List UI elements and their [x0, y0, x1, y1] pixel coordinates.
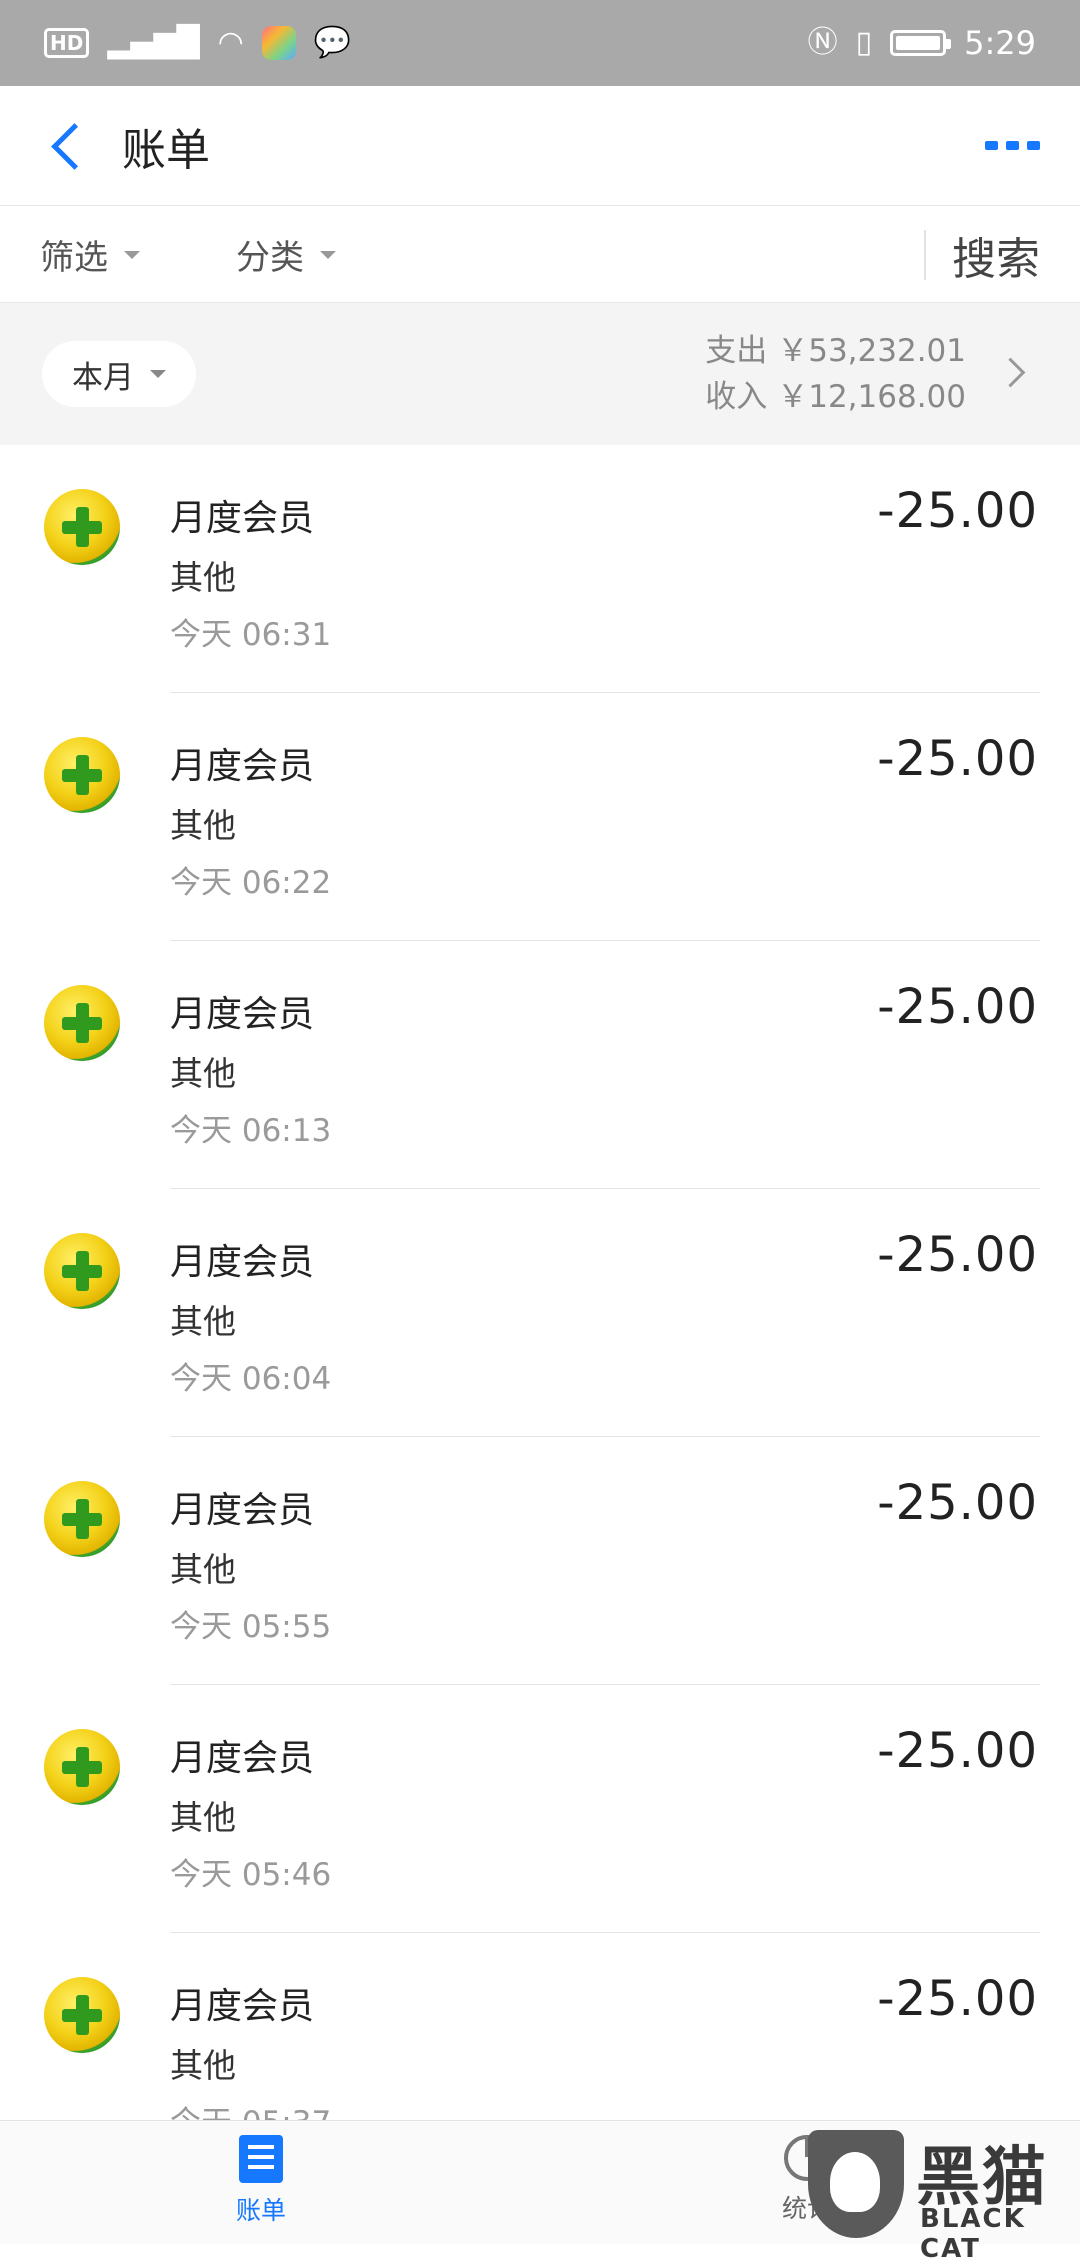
vibrate-icon: ▯ — [855, 25, 873, 60]
item-title: 月度会员 — [170, 1490, 315, 1531]
more-dots-icon[interactable] — [985, 141, 1040, 150]
status-bar: HD ▂▄▆█ ◠ 💬 Ⓝ ▯ 5:29 — [0, 0, 1080, 86]
item-title: 月度会员 — [170, 746, 315, 787]
watermark: 黑猫 BLACK CAT — [808, 2126, 1080, 2264]
month-selector[interactable]: 本月 — [42, 341, 196, 407]
tab-bill-label: 账单 — [236, 2196, 287, 2225]
caret-down-icon — [124, 250, 140, 259]
item-title: 月度会员 — [170, 1738, 315, 1779]
item-time: 今天 06:13 — [170, 1113, 332, 1149]
360-plus-icon — [44, 985, 120, 1061]
list-item[interactable]: 月度会员 其他 今天 06:31 -25.00 — [0, 445, 1080, 693]
item-category: 其他 — [170, 1054, 236, 1093]
360-plus-icon — [44, 1233, 120, 1309]
360-plus-icon — [44, 1977, 120, 2053]
black-cat-logo-icon — [808, 2130, 904, 2238]
income-label: 收入 — [705, 379, 768, 415]
item-amount: -25.00 — [877, 1475, 1038, 1531]
filter-dropdown[interactable]: 筛选 — [40, 230, 140, 279]
hd-icon: HD — [44, 28, 90, 58]
clock: 5:29 — [964, 24, 1036, 62]
month-summary[interactable]: 本月 支出 ￥53,232.01 收入 ￥12,168.00 — [0, 303, 1080, 445]
transaction-list: 月度会员 其他 今天 06:31 -25.00 月度会员 其他 今天 06:22… — [0, 445, 1080, 2181]
expense-label: 支出 — [705, 333, 768, 369]
income-line: 收入 ￥12,168.00 — [705, 374, 966, 420]
filter-bar: 筛选 分类 搜索 — [0, 207, 1080, 303]
status-right: Ⓝ ▯ 5:29 — [808, 24, 1036, 62]
item-category: 其他 — [170, 2046, 236, 2085]
item-category: 其他 — [170, 1302, 236, 1341]
totals: 支出 ￥53,232.01 收入 ￥12,168.00 — [705, 328, 966, 420]
status-left: HD ▂▄▆█ ◠ 💬 — [44, 26, 351, 60]
battery-icon — [890, 30, 952, 56]
360-plus-icon — [44, 489, 120, 565]
item-title: 月度会员 — [170, 1986, 315, 2027]
search-container: 搜索 — [924, 229, 1040, 285]
item-amount: -25.00 — [877, 731, 1038, 787]
item-category: 其他 — [170, 806, 236, 845]
expense-value: ￥53,232.01 — [777, 333, 966, 369]
item-title: 月度会员 — [170, 1242, 315, 1283]
item-title: 月度会员 — [170, 994, 315, 1035]
expense-line: 支出 ￥53,232.01 — [705, 328, 966, 374]
360-plus-icon — [44, 1729, 120, 1805]
list-item[interactable]: 月度会员 其他 今天 06:22 -25.00 — [0, 693, 1080, 941]
caret-down-icon — [320, 250, 336, 259]
bill-icon — [239, 2135, 283, 2183]
nfc-icon: Ⓝ — [807, 25, 838, 60]
item-amount: -25.00 — [877, 483, 1038, 539]
page-title: 账单 — [122, 124, 210, 176]
360-plus-icon — [44, 737, 120, 813]
list-item[interactable]: 月度会员 其他 今天 05:55 -25.00 — [0, 1437, 1080, 1685]
category-dropdown[interactable]: 分类 — [236, 230, 336, 279]
item-amount: -25.00 — [877, 1971, 1038, 2027]
search-button[interactable]: 搜索 — [952, 223, 1040, 287]
filter-label: 筛选 — [40, 238, 108, 278]
item-amount: -25.00 — [877, 979, 1038, 1035]
item-category: 其他 — [170, 558, 236, 597]
category-label: 分类 — [236, 238, 304, 278]
item-title: 月度会员 — [170, 498, 315, 539]
caret-down-icon — [150, 370, 166, 378]
item-category: 其他 — [170, 1798, 236, 1837]
list-item[interactable]: 月度会员 其他 今天 05:46 -25.00 — [0, 1685, 1080, 1933]
item-category: 其他 — [170, 1550, 236, 1589]
tab-bill[interactable]: 账单 — [236, 2135, 286, 2227]
watermark-en: BLACK CAT — [920, 2204, 1026, 2264]
item-time: 今天 05:46 — [170, 1857, 332, 1893]
360-plus-icon — [44, 1481, 120, 1557]
item-time: 今天 05:55 — [170, 1609, 332, 1645]
item-amount: -25.00 — [877, 1723, 1038, 1779]
item-time: 今天 06:04 — [170, 1361, 332, 1397]
signal-icon: ▂▄▆█ — [107, 25, 200, 60]
item-time: 今天 06:31 — [170, 617, 332, 653]
list-item[interactable]: 月度会员 其他 今天 06:04 -25.00 — [0, 1189, 1080, 1437]
month-label: 本月 — [72, 359, 134, 396]
income-value: ￥12,168.00 — [777, 379, 966, 415]
chevron-left-icon[interactable] — [46, 126, 86, 166]
nav-bar: 账单 — [0, 86, 1080, 206]
app-notification-icon — [261, 26, 296, 60]
item-time: 今天 06:22 — [170, 865, 332, 901]
message-icon: 💬 — [313, 25, 352, 60]
chevron-right-icon[interactable] — [996, 354, 1036, 394]
item-amount: -25.00 — [877, 1227, 1038, 1283]
wifi-icon: ◠ — [217, 25, 244, 60]
list-item[interactable]: 月度会员 其他 今天 06:13 -25.00 — [0, 941, 1080, 1189]
